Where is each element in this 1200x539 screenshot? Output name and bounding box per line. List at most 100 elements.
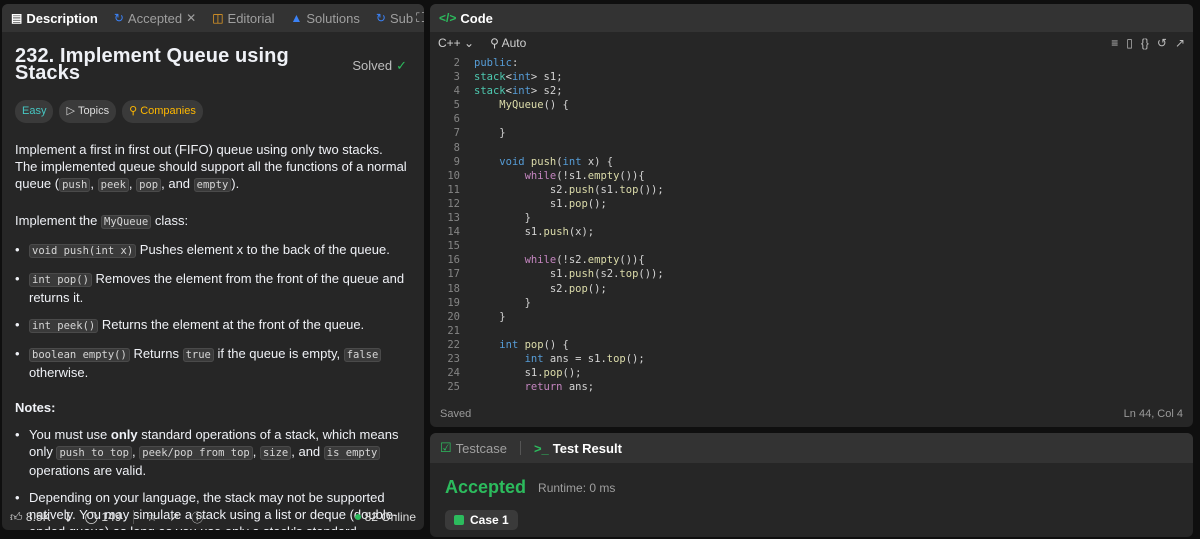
code-text: int ans = s1.top(); bbox=[524, 352, 645, 365]
code-line: 9 void push(int x) { bbox=[430, 155, 1193, 169]
code-line: 23 int ans = s1.top(); bbox=[430, 352, 1193, 366]
line-number: 4 bbox=[453, 85, 460, 98]
tab-testcase[interactable]: ☑ Testcase bbox=[440, 440, 507, 456]
inline-code: int peek() bbox=[29, 319, 99, 333]
comment-icon: ◯ bbox=[84, 510, 99, 524]
inline-code: peek bbox=[97, 178, 129, 192]
inline-code: int pop() bbox=[29, 273, 92, 287]
code-editor[interactable]: 2 public: 3 stack<int> s1; 4 stack<int> s2; 5 … bbox=[430, 56, 1193, 396]
code-line: 14 s1.push(x); bbox=[430, 225, 1193, 239]
code-text: return ans; bbox=[524, 381, 595, 394]
difficulty-badge: Easy bbox=[15, 100, 54, 123]
line-number: 23 bbox=[447, 352, 460, 365]
line-number: 13 bbox=[447, 212, 460, 225]
code-text: } bbox=[474, 310, 506, 323]
method-list: void push(int x) Pushes element x to the… bbox=[15, 241, 407, 381]
inline-code: boolean empty() bbox=[29, 348, 130, 362]
lock-icon: ⚲ bbox=[129, 105, 138, 117]
braces-icon[interactable]: {} bbox=[1141, 36, 1149, 50]
tab-solutions[interactable]: ▲ Solutions bbox=[288, 11, 363, 26]
problem-intro: Implement a first in first out (FIFO) qu… bbox=[15, 142, 407, 192]
companies-chip[interactable]: ⚲ Companies bbox=[122, 100, 203, 123]
close-icon[interactable]: ✕ bbox=[186, 11, 196, 25]
help-icon[interactable]: ⓘ bbox=[191, 509, 203, 526]
problem-title[interactable]: 232. Implement Queue using Stacks bbox=[15, 46, 352, 83]
inline-code: MyQueue bbox=[101, 215, 152, 229]
dislike-button[interactable]: ↧ bbox=[63, 510, 73, 524]
inline-code: false bbox=[343, 348, 382, 362]
cursor-position: Ln 44, Col 4 bbox=[1123, 408, 1183, 420]
line-number: 15 bbox=[447, 240, 460, 253]
expand-icon[interactable]: ⛶ bbox=[416, 10, 424, 26]
code-text: s1.pop(); bbox=[474, 367, 582, 380]
code-line: 24 s1.pop(); bbox=[430, 366, 1193, 380]
auto-mode[interactable]: ⚲ Auto bbox=[490, 36, 526, 50]
solved-badge: Solved ✓ bbox=[352, 57, 407, 73]
tab-submissions[interactable]: ↻ Sub bbox=[373, 11, 416, 26]
line-number: 7 bbox=[453, 127, 460, 140]
description-footer: 👍︎ 8.5K ↧ ◯ 149 ☆ ↗ ⓘ 82 Online bbox=[2, 504, 424, 530]
tab-code[interactable]: </> Code bbox=[436, 11, 496, 26]
online-dot-icon bbox=[354, 514, 361, 520]
language-select[interactable]: C++ ⌄ bbox=[438, 36, 474, 50]
scrollbar[interactable] bbox=[415, 40, 421, 500]
line-number: 18 bbox=[447, 282, 460, 295]
code-text: s1.push(s2.top()); bbox=[474, 268, 664, 281]
code-line: 18 s2.pop(); bbox=[430, 282, 1193, 296]
case-tab[interactable]: Case 1 bbox=[445, 510, 518, 530]
code-text: s2.push(s1.top()); bbox=[474, 183, 664, 196]
check-circle-icon: ✓ bbox=[396, 57, 407, 73]
implement-line: Implement the MyQueue class: bbox=[15, 213, 189, 229]
code-toolbar: C++ ⌄ ⚲ Auto ≡ ▯ {} ↺ ↗ bbox=[430, 32, 1193, 54]
inline-code: empty bbox=[193, 178, 232, 192]
tab-editorial[interactable]: ◫ Editorial bbox=[209, 11, 277, 26]
code-line: 20 } bbox=[430, 310, 1193, 324]
code-text: void push(int x) { bbox=[499, 155, 614, 168]
runtime-text: Runtime: 0 ms bbox=[538, 480, 616, 495]
tab-description[interactable]: ▤ Description bbox=[8, 11, 101, 26]
code-text: while(!s1.empty()){ bbox=[524, 169, 645, 182]
comments-button[interactable]: ◯ 149 bbox=[85, 510, 122, 524]
description-panel: ▤ Description ↻ Accepted ✕ ◫ Editorial ▲… bbox=[2, 4, 424, 530]
code-line: 11 s2.push(s1.top()); bbox=[430, 183, 1193, 197]
reset-icon[interactable]: ↺ bbox=[1157, 36, 1167, 50]
code-text: } bbox=[474, 212, 531, 225]
code-line: 7 } bbox=[430, 126, 1193, 140]
line-number: 16 bbox=[447, 254, 460, 267]
fullscreen-icon[interactable]: ↗ bbox=[1175, 36, 1185, 50]
bookmark-icon[interactable]: ▯ bbox=[1126, 36, 1133, 50]
tag-icon: ▷ bbox=[66, 105, 75, 117]
left-tabbar: ▤ Description ↻ Accepted ✕ ◫ Editorial ▲… bbox=[2, 4, 424, 32]
code-text: s2.pop(); bbox=[474, 282, 607, 295]
format-icon[interactable]: ≡ bbox=[1111, 36, 1118, 50]
star-icon[interactable]: ☆ bbox=[146, 510, 157, 524]
topics-chip[interactable]: ▷ Topics bbox=[59, 100, 117, 123]
terminal-icon: >_ bbox=[533, 440, 549, 456]
code-line: 16 while(!s2.empty()){ bbox=[430, 253, 1193, 267]
tab-divider bbox=[519, 441, 521, 455]
problem-description: 232. Implement Queue using Stacks Solved… bbox=[15, 46, 407, 530]
code-line: 17 s1.push(s2.top()); bbox=[430, 267, 1193, 281]
code-text: s1.push(x); bbox=[474, 226, 595, 239]
code-line: 2 public: bbox=[430, 56, 1193, 70]
tab-accepted[interactable]: ↻ Accepted ✕ bbox=[111, 11, 199, 26]
code-text: MyQueue() { bbox=[499, 99, 569, 112]
list-item: void push(int x) Pushes element x to the… bbox=[15, 241, 407, 260]
history-icon: ↻ bbox=[113, 11, 124, 25]
like-button[interactable]: 👍︎ 8.5K bbox=[10, 510, 51, 525]
tab-test-result[interactable]: >_ Test Result bbox=[534, 441, 622, 456]
share-icon[interactable]: ↗ bbox=[169, 510, 179, 524]
code-line: 6 bbox=[430, 112, 1193, 126]
online-count: 82 Online bbox=[354, 510, 416, 524]
inline-code: true bbox=[182, 348, 214, 362]
code-line: 25 return ans; bbox=[430, 380, 1193, 394]
tab-tools: ⛶ ‹ bbox=[416, 10, 424, 26]
line-number: 14 bbox=[447, 226, 460, 239]
line-number: 24 bbox=[447, 367, 460, 380]
line-number: 3 bbox=[453, 71, 460, 84]
line-number: 5 bbox=[453, 99, 460, 112]
code-text: while(!s2.empty()){ bbox=[524, 254, 645, 267]
line-number: 17 bbox=[447, 268, 460, 281]
